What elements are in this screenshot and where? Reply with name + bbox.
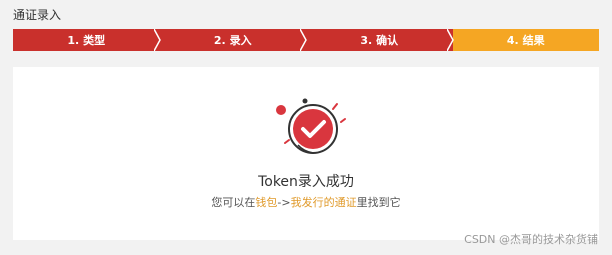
hint-prefix: 您可以在 bbox=[211, 196, 256, 209]
result-hint: 您可以在钱包->我发行的通证里找到它 bbox=[13, 194, 599, 210]
result-title: Token录入成功 bbox=[258, 174, 354, 190]
check-circle-icon bbox=[276, 98, 346, 154]
step-result: 4. 结果 bbox=[452, 29, 599, 51]
step-confirm: 3. 确认 bbox=[306, 29, 454, 51]
hint-arrow: -> bbox=[277, 196, 291, 209]
step-label: 3. 确认 bbox=[360, 34, 399, 47]
wallet-link[interactable]: 钱包 bbox=[255, 196, 277, 209]
step-label: 2. 录入 bbox=[213, 34, 252, 47]
step-label: 1. 类型 bbox=[67, 34, 106, 47]
step-arrow-divider bbox=[300, 29, 307, 51]
step-type: 1. 类型 bbox=[13, 29, 161, 51]
step-progress-bar: 1. 类型 2. 录入 3. 确认 4. 结果 bbox=[13, 29, 599, 51]
hint-suffix: 里找到它 bbox=[356, 196, 401, 209]
step-arrow-divider bbox=[446, 29, 454, 51]
step-arrow-divider bbox=[153, 29, 161, 51]
watermark: CSDN @杰哥的技术杂货铺 bbox=[464, 233, 598, 246]
result-panel: Token录入成功 您可以在钱包->我发行的通证里找到它 bbox=[13, 67, 599, 240]
step-label: 4. 结果 bbox=[506, 34, 545, 47]
issued-tokens-link[interactable]: 我发行的通证 bbox=[291, 196, 357, 209]
page-title: 通证录入 bbox=[13, 8, 62, 22]
step-input: 2. 录入 bbox=[159, 29, 307, 51]
